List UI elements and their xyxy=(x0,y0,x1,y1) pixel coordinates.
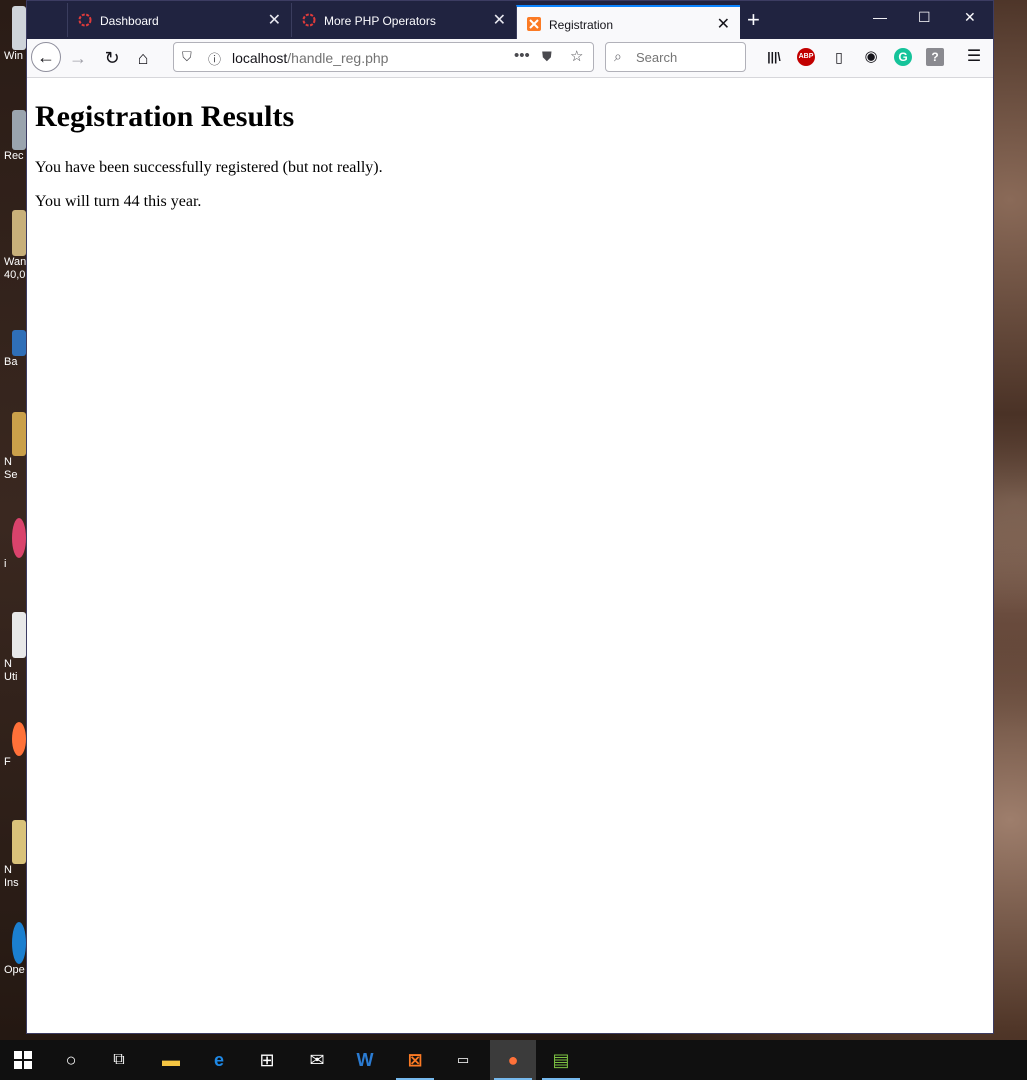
tab-registration[interactable]: Registration ✕ xyxy=(516,5,740,39)
desktop-icon-nins[interactable]: N Ins xyxy=(0,820,26,890)
shield-icon[interactable]: ⛉ xyxy=(182,49,192,65)
ring-icon xyxy=(78,13,92,27)
page-actions-icon[interactable]: ••• xyxy=(514,47,530,64)
search-input[interactable] xyxy=(634,49,738,66)
home-button[interactable]: ⌂ xyxy=(130,45,156,71)
close-window-button[interactable]: ✕ xyxy=(964,9,976,26)
windows-icon xyxy=(14,1051,32,1069)
terminal-icon[interactable]: ▭ xyxy=(440,1040,486,1080)
menu-icon[interactable]: ☰ xyxy=(965,48,983,66)
sidebar-icon[interactable]: ▯ xyxy=(830,48,848,66)
help-icon[interactable]: ? xyxy=(926,48,944,66)
firefox-icon[interactable]: ● xyxy=(490,1040,536,1080)
taskbar: ○ ⧉ ▬ e ⊞ ✉ W ⊠ ▭ ● ▤ xyxy=(0,1040,1027,1080)
xampp-icon[interactable]: ⊠ xyxy=(392,1040,438,1080)
url-text[interactable]: localhost/handle_reg.php xyxy=(232,50,388,66)
close-tab-icon[interactable]: ✕ xyxy=(493,10,506,30)
store-icon[interactable]: ⊞ xyxy=(244,1040,290,1080)
cortana-search-icon[interactable]: ○ xyxy=(48,1040,94,1080)
ring-icon xyxy=(302,13,316,27)
registration-message: You have been successfully registered (b… xyxy=(35,159,383,176)
mail-icon[interactable]: ✉ xyxy=(294,1040,340,1080)
search-icon: ⌕ xyxy=(614,48,622,64)
age-message: You will turn 44 this year. xyxy=(35,193,202,210)
shortcut-icon xyxy=(12,820,26,864)
firefox-icon xyxy=(12,722,26,756)
minimize-button[interactable]: — xyxy=(873,9,887,25)
desktop-icon-i[interactable]: i xyxy=(0,518,26,571)
back-button[interactable]: ← xyxy=(31,42,61,72)
maximize-button[interactable]: ☐ xyxy=(918,9,931,26)
shortcut-icon xyxy=(12,210,26,256)
desktop-icon-ba[interactable]: Ba xyxy=(0,330,26,369)
recycle-bin-icon xyxy=(12,110,26,150)
desktop-icon-win[interactable]: Win xyxy=(0,6,26,63)
url-bar[interactable]: ⛉ ⓘ localhost/handle_reg.php ••• ⛊ ☆ xyxy=(173,42,594,72)
task-view-icon[interactable]: ⧉ xyxy=(96,1040,142,1080)
adblock-icon[interactable]: ABP xyxy=(797,48,815,66)
tab-strip: Dashboard ✕ More PHP Operators ✕ Registr… xyxy=(27,1,993,39)
info-icon[interactable]: ⓘ xyxy=(208,49,221,68)
start-button[interactable] xyxy=(0,1040,46,1080)
word-icon[interactable]: W xyxy=(342,1040,388,1080)
file-explorer-icon[interactable]: ▬ xyxy=(148,1040,194,1080)
desktop-icon-nse[interactable]: N Se xyxy=(0,412,26,482)
account-icon[interactable]: ◉ xyxy=(862,48,880,66)
shortcut-icon xyxy=(12,612,26,658)
desktop-icon-ope[interactable]: Ope xyxy=(0,922,26,977)
desktop-icons: Win Rec Wan 40,0 Ba N Se i N Uti F N Ins… xyxy=(0,0,26,1040)
navigation-toolbar: ← → ↻ ⌂ ⛉ ⓘ localhost/handle_reg.php •••… xyxy=(27,39,993,78)
pocket-icon[interactable]: ⛊ xyxy=(542,49,552,65)
shortcut-icon xyxy=(12,6,26,50)
tab-more-php-operators[interactable]: More PHP Operators ✕ xyxy=(291,3,516,37)
reload-button[interactable]: ↻ xyxy=(99,45,125,71)
desktop-icon-nuti[interactable]: N Uti xyxy=(0,612,26,684)
desktop-icon-wan[interactable]: Wan 40,0 xyxy=(0,210,26,282)
tab-dashboard[interactable]: Dashboard ✕ xyxy=(67,3,291,37)
page-content: Registration Results You have been succe… xyxy=(27,78,993,1033)
desktop-icon-recycle[interactable]: Rec xyxy=(0,110,26,163)
grammarly-icon[interactable]: G xyxy=(894,48,912,66)
new-tab-button[interactable]: + xyxy=(747,7,760,33)
shortcut-icon xyxy=(12,518,26,558)
browser-window: Dashboard ✕ More PHP Operators ✕ Registr… xyxy=(26,0,994,1034)
desktop-icon-firefox[interactable]: F xyxy=(0,722,26,769)
close-tab-icon[interactable]: ✕ xyxy=(268,10,281,30)
xampp-icon xyxy=(527,17,541,31)
forward-button[interactable]: → xyxy=(65,45,91,71)
close-tab-icon[interactable]: ✕ xyxy=(717,14,730,34)
edge-icon[interactable]: e xyxy=(196,1040,242,1080)
page-heading: Registration Results xyxy=(35,100,295,133)
shortcut-icon xyxy=(12,330,26,356)
search-bar[interactable]: ⌕ xyxy=(605,42,746,72)
library-icon[interactable]: |||\ xyxy=(765,48,783,66)
shortcut-icon xyxy=(12,922,26,964)
shortcut-icon xyxy=(12,412,26,456)
notepad-icon[interactable]: ▤ xyxy=(538,1040,584,1080)
bookmark-star-icon[interactable]: ☆ xyxy=(570,47,583,65)
